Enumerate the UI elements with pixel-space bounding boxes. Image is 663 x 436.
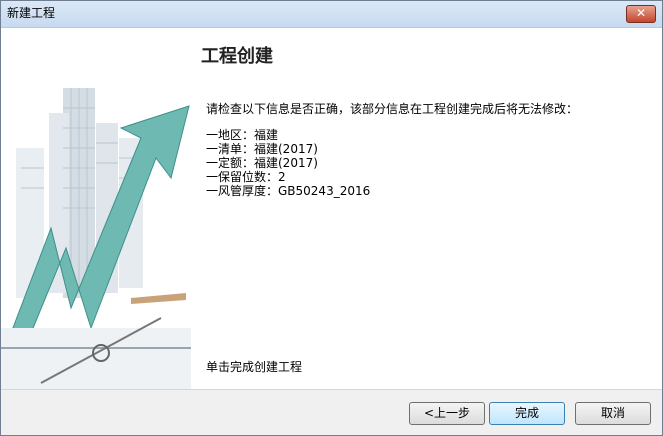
info-region: 一地区：福建 bbox=[206, 128, 279, 142]
dialog-content: 工程创建 请检查以下信息是否正确，该部分信息在工程创建完成后将无法修改： 一地区… bbox=[1, 28, 662, 389]
new-project-dialog: 新建工程 ✕ 工程创建 请检查以下信息是否正确，该部分信息在工程创建完成后将无法… bbox=[0, 0, 663, 436]
info-quota: 一定额：福建(2017) bbox=[206, 156, 318, 170]
info-decimals: 一保留位数：2 bbox=[206, 170, 286, 184]
finish-button[interactable]: 完成 bbox=[489, 402, 565, 425]
info-duct-thickness: 一风管厚度：GB50243_2016 bbox=[206, 184, 371, 198]
page-title: 工程创建 bbox=[201, 46, 273, 67]
finish-hint: 单击完成创建工程 bbox=[206, 360, 303, 374]
instruction-text: 请检查以下信息是否正确，该部分信息在工程创建完成后将无法修改： bbox=[206, 102, 579, 116]
info-bill: 一清单：福建(2017) bbox=[206, 142, 318, 156]
window-title: 新建工程 bbox=[7, 6, 56, 20]
close-button[interactable]: ✕ bbox=[626, 5, 656, 23]
project-info-list: 一地区：福建 一清单：福建(2017) 一定额：福建(2017) 一保留位数：2… bbox=[206, 128, 370, 198]
cancel-button[interactable]: 取消 bbox=[575, 402, 651, 425]
project-illustration bbox=[1, 88, 191, 389]
button-bar: <上一步 完成 取消 bbox=[1, 389, 662, 435]
back-button[interactable]: <上一步 bbox=[409, 402, 485, 425]
title-bar: 新建工程 ✕ bbox=[1, 1, 662, 28]
